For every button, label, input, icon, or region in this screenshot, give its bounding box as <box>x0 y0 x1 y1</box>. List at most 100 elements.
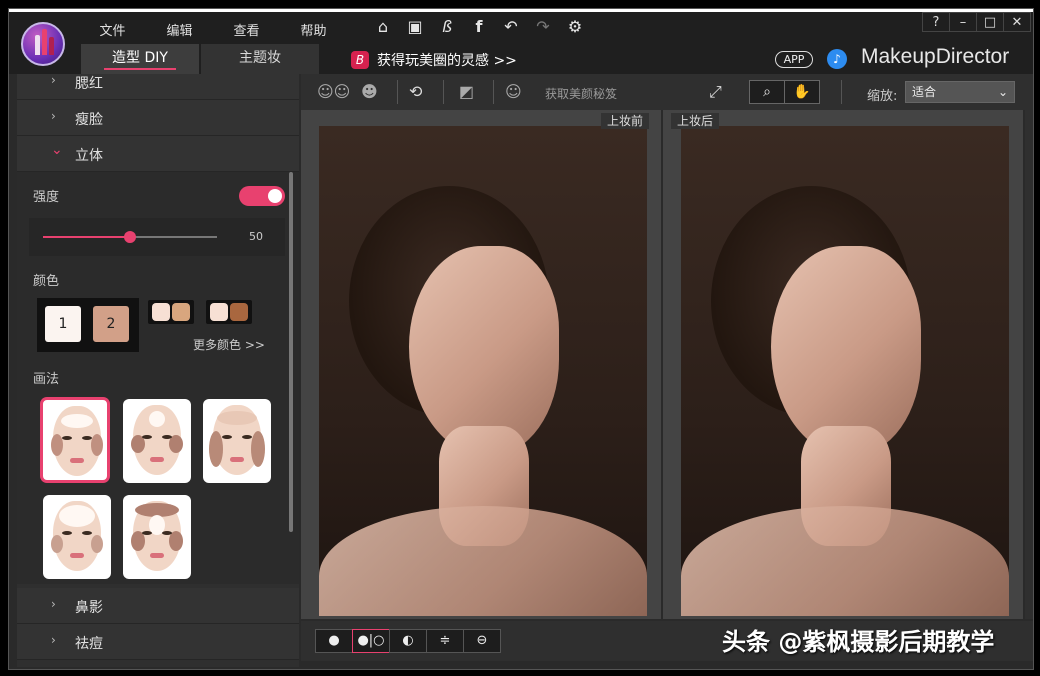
strength-slider-box: 50 <box>29 218 285 256</box>
strength-label: 强度 <box>33 190 60 205</box>
fullscreen-icon[interactable]: ⤢ <box>709 82 722 102</box>
face-detect-icon[interactable]: ☻ <box>361 82 378 101</box>
beautycircle-icon: B <box>351 51 369 69</box>
title-bar: 文件 编辑 查看 帮助 ⌂ ▣ ß f ↶ ↷ ⚙ ? – □ ✕ 造型 DIY <box>9 12 1033 74</box>
tab-underline <box>104 68 176 70</box>
row-contour[interactable]: ⌄ 立体 <box>17 136 299 172</box>
row-nose-shadow[interactable]: › 鼻影 <box>17 588 299 624</box>
row-nose-label: 鼻影 <box>75 600 103 616</box>
magnifier-icon[interactable]: ⌕ <box>749 80 785 104</box>
before-pane: 上妆前 <box>301 110 661 619</box>
row-acne[interactable]: › 祛痘 <box>17 624 299 660</box>
stage-scrollbar[interactable] <box>1025 110 1033 619</box>
brand-name: MakeupDirector <box>861 45 1010 68</box>
row-slim-label: 瘦脸 <box>75 112 103 128</box>
row-blush-label: 腮红 <box>75 76 103 92</box>
color-preset-2[interactable] <box>206 300 252 324</box>
face-compare-icon[interactable]: ☺☺ <box>317 82 350 101</box>
menu-bar: 文件 编辑 查看 帮助 <box>79 20 347 39</box>
notification-bell-icon[interactable]: ♪ <box>827 49 847 69</box>
slider-knob[interactable] <box>124 231 136 243</box>
home-icon[interactable]: ⌂ <box>367 17 399 37</box>
after-tag: 上妆后 <box>671 113 720 129</box>
facebook-icon[interactable]: f <box>463 17 495 37</box>
before-tag: 上妆前 <box>601 113 650 129</box>
save-icon[interactable]: ▣ <box>399 17 431 37</box>
after-pane: 上妆后 <box>663 110 1023 619</box>
adjustment-panel: › 腮红 › 瘦脸 ⌄ 立体 强度 50 颜色 1 2 更多颜色 >> 画法 ›… <box>17 74 299 667</box>
tab-theme-makeup[interactable]: 主题妆 <box>201 44 319 74</box>
split-horizontal-view-icon[interactable]: ⊖ <box>463 629 501 653</box>
redo-icon[interactable]: ↷ <box>527 17 559 37</box>
split-vertical-view-icon[interactable]: ◐ <box>389 629 427 653</box>
color-preset-1[interactable] <box>148 300 194 324</box>
chevron-down-icon: ⌄ <box>997 85 1008 99</box>
contour-method-5[interactable] <box>123 495 191 579</box>
zoom-tools: ⌕ ✋ <box>749 80 820 104</box>
contour-method-1[interactable] <box>41 398 109 482</box>
zoom-label: 缩放: <box>867 89 898 104</box>
method-label: 画法 <box>33 372 60 387</box>
app-window: 文件 编辑 查看 帮助 ⌂ ▣ ß f ↶ ↷ ⚙ ? – □ ✕ 造型 DIY <box>8 8 1034 670</box>
zoom-select[interactable]: 适合 ⌄ <box>905 81 1015 103</box>
promo-link[interactable]: B 获得玩美圈的灵感 >> <box>351 50 517 70</box>
compare-view-icon[interactable]: ◩ <box>459 82 474 101</box>
chevron-right-icon: › <box>51 109 56 123</box>
maximize-button[interactable]: □ <box>976 12 1004 32</box>
contour-method-4[interactable] <box>43 495 111 579</box>
chevron-right-icon: › <box>51 597 56 611</box>
contour-method-2[interactable] <box>123 399 191 483</box>
chevron-down-icon: ⌄ <box>51 142 63 158</box>
color-label: 颜色 <box>33 274 60 289</box>
row-acne-label: 祛痘 <box>75 636 103 652</box>
before-photo[interactable] <box>319 126 647 616</box>
chevron-right-icon: › <box>51 633 56 647</box>
mode-tabs: 造型 DIY 主题妆 <box>81 44 321 74</box>
settings-icon[interactable]: ⚙ <box>559 17 591 37</box>
window-controls: ? – □ ✕ <box>922 12 1031 32</box>
strength-toggle[interactable] <box>239 186 285 206</box>
menu-help[interactable]: 帮助 <box>280 20 347 39</box>
color-swatch-1[interactable]: 1 <box>45 306 81 342</box>
canvas-toolbar: ☺☺ ☻ ⟲ ◩ ☺ 获取美颜秘笈 ⤢ ⌕ ✋ 缩放: 适合 ⌄ <box>301 74 1033 110</box>
tips-link[interactable]: 获取美颜秘笈 <box>545 85 617 102</box>
side-by-side-view-icon[interactable]: ●|○ <box>352 629 390 653</box>
strength-slider[interactable] <box>43 231 217 243</box>
app-button[interactable]: APP <box>775 51 813 68</box>
menu-file[interactable]: 文件 <box>79 20 146 39</box>
color-swatch-2[interactable]: 2 <box>93 306 129 342</box>
zoom-value: 适合 <box>912 85 937 99</box>
strength-value: 50 <box>249 230 263 243</box>
contour-settings: 强度 50 颜色 1 2 更多颜色 >> 画法 <box>17 172 299 584</box>
slider-fill <box>43 236 130 238</box>
row-slim-face[interactable]: › 瘦脸 <box>17 100 299 136</box>
more-colors-link[interactable]: 更多颜色 >> <box>193 336 265 353</box>
menu-view[interactable]: 查看 <box>213 20 280 39</box>
photo-stage: 上妆前 上妆后 <box>301 110 1023 619</box>
color-swatch-group: 1 2 <box>37 298 139 352</box>
chevron-right-icon: › <box>51 74 56 87</box>
view-mode-buttons: ● ●|○ ◐ ≑ ⊖ <box>315 629 501 653</box>
panel-scrollbar[interactable] <box>289 172 293 532</box>
contour-method-3[interactable] <box>203 399 271 483</box>
row-blush[interactable]: › 腮红 <box>17 74 299 100</box>
brand-b-icon[interactable]: ß <box>431 17 463 37</box>
app-logo-icon <box>21 22 65 66</box>
row-contour-label: 立体 <box>75 148 103 164</box>
watermark-text: 头条 @紫枫摄影后期教学 <box>722 628 995 656</box>
tab-diy-label: 造型 DIY <box>112 50 168 66</box>
top-bottom-view-icon[interactable]: ≑ <box>426 629 464 653</box>
close-button[interactable]: ✕ <box>1003 12 1031 32</box>
promo-text: 获得玩美圈的灵感 >> <box>377 53 517 69</box>
undo-icon[interactable]: ↶ <box>495 17 527 37</box>
help-button[interactable]: ? <box>922 12 950 32</box>
history-icon[interactable]: ⟲ <box>409 82 422 101</box>
quick-toolbar: ⌂ ▣ ß f ↶ ↷ ⚙ <box>367 17 591 37</box>
single-view-icon[interactable]: ● <box>315 629 353 653</box>
after-photo[interactable] <box>681 126 1009 616</box>
minimize-button[interactable]: – <box>949 12 977 32</box>
hand-icon[interactable]: ✋ <box>784 80 820 104</box>
tips-face-icon[interactable]: ☺ <box>505 82 522 101</box>
menu-edit[interactable]: 编辑 <box>146 20 213 39</box>
tab-diy[interactable]: 造型 DIY <box>81 44 199 74</box>
